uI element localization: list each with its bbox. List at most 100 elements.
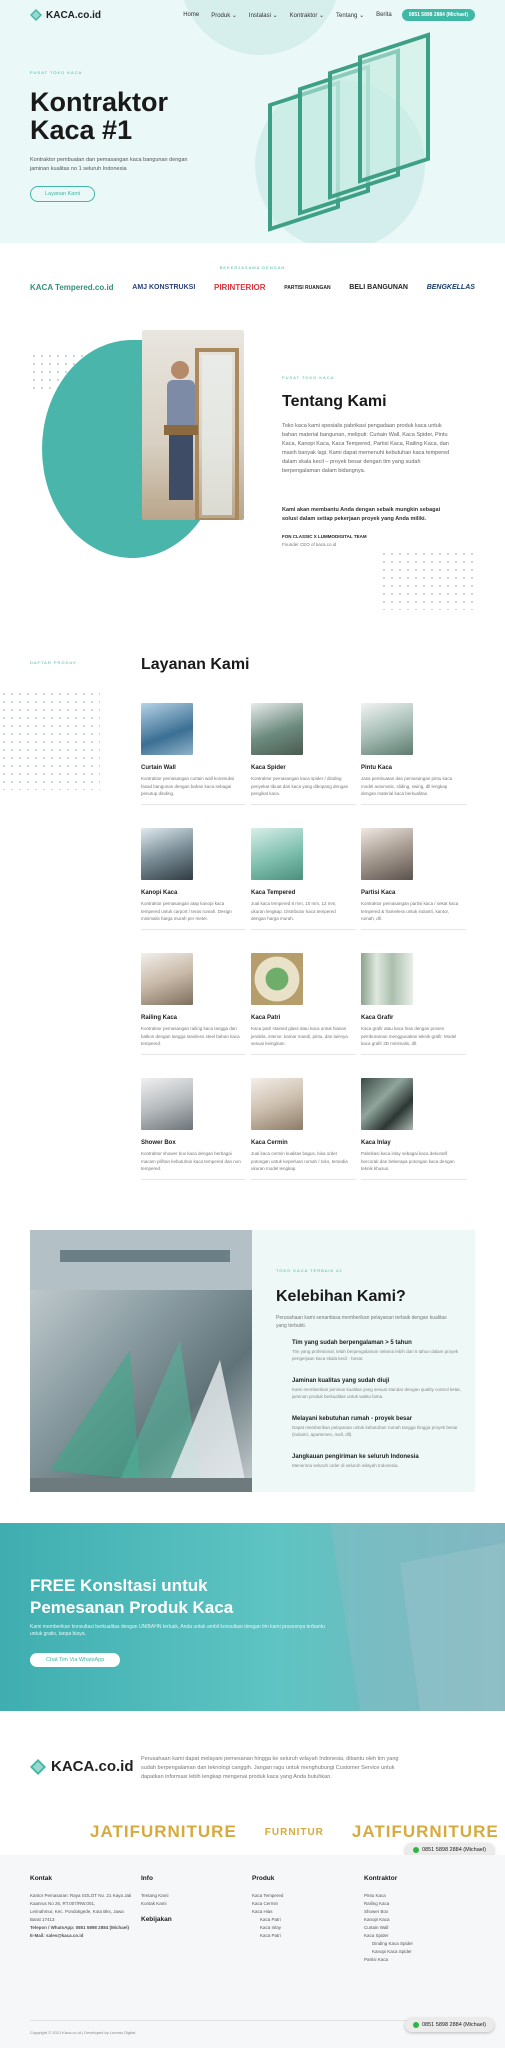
service-card-kaca-grafir[interactable]: Kaca Grafir Kaca grafir atau kaca hias d… <box>361 953 471 1055</box>
footer-logo-text: KACA.co.id <box>51 1758 134 1775</box>
service-title[interactable]: Curtain Wall <box>141 765 251 771</box>
divider <box>361 1178 466 1180</box>
service-card-kaca-cermin[interactable]: Kaca Cermin Jual kaca cermin kualitas ba… <box>251 1078 361 1180</box>
about-title: Tentang Kami <box>282 393 387 410</box>
cta-subtitle: Kami memberikan konsultasi berkualitas d… <box>30 1624 325 1637</box>
advantage-item: Melayani kebutuhan rumah - proyek besar … <box>292 1416 458 1437</box>
diamond-logo-icon <box>30 1758 46 1775</box>
footer-col-info: Info Tentang Kami Kontak Kami Kebijakan <box>141 1875 241 1933</box>
service-card-kaca-inlay[interactable]: Kaca Inlay Pabrikasi kaca inlay sebagai … <box>361 1078 471 1180</box>
footer-link[interactable]: Kaca Hias <box>252 1908 352 1916</box>
service-title[interactable]: Kaca Tempered <box>251 890 361 896</box>
curtain-wall-image <box>141 703 193 755</box>
brand-logo: JATIFURNITURE <box>90 1822 237 1841</box>
services-tag: DAFTAR PRODUK <box>30 660 77 665</box>
nav-berita[interactable]: Berita <box>376 12 392 18</box>
services-title: Layanan Kami <box>141 656 250 673</box>
footer-link[interactable]: Pintu Kaca <box>364 1892 464 1900</box>
service-title[interactable]: Kaca Grafir <box>361 1015 471 1021</box>
nav-produk[interactable]: Produk ⌄ <box>211 12 237 19</box>
about-signature-role: Founder CEO of kaca.co.id <box>282 542 337 547</box>
footer-link[interactable]: Kaca Patri <box>252 1916 352 1924</box>
brand-logo: JATIFURNITURE <box>351 1822 499 1841</box>
advantages-subtitle: Perusahaan kami senantiasa memberikan pe… <box>276 1315 447 1329</box>
service-desc: Kontraktor pemasangan kaca spider / dind… <box>251 776 349 796</box>
footer-link[interactable]: Kaca Spider <box>364 1932 464 1940</box>
service-title[interactable]: Kaca Spider <box>251 765 361 771</box>
footer-link[interactable]: Railing Kaca <box>364 1900 464 1908</box>
floating-whatsapp-button[interactable]: 0851 5898 2884 (Michael) <box>405 2018 494 2032</box>
diamond-logo-icon <box>30 9 42 21</box>
whatsapp-chat-button[interactable]: Chat Tim Via WhatsApp <box>30 1653 121 1667</box>
footer-link[interactable]: Curtain Wall <box>364 1924 464 1932</box>
advantages-tag: TOKO KACA TERBAIK #1 <box>276 1268 343 1273</box>
partner-logo: PARTISI RUANGAN <box>284 284 331 291</box>
kaca-patri-image <box>251 953 303 1005</box>
service-card-shower-box[interactable]: Shower Box Kontraktor shower box kaca de… <box>141 1078 251 1180</box>
service-card-kaca-tempered[interactable]: Kaca Tempered Jual kaca tempered 8 mm, 1… <box>251 828 361 930</box>
site-header: KACA.co.id Home Produk ⌄ Instalasi ⌄ Kon… <box>0 0 505 30</box>
service-card-railing-kaca[interactable]: Railing Kaca Kontraktor pemasangan raili… <box>141 953 251 1055</box>
hero-tag: PUSAT TOKO KACA <box>30 70 83 75</box>
site-logo[interactable]: KACA.co.id <box>30 9 101 21</box>
service-title[interactable]: Kaca Cermin <box>251 1140 361 1146</box>
partners-tag: BEKERJASAMA DENGAN <box>219 265 286 270</box>
copyright: Copyright © 2021 Kaca.co.id | Developed … <box>30 2030 136 2035</box>
decor-dots <box>0 690 100 790</box>
footer-link[interactable]: Kanopi Kaca <box>364 1916 464 1924</box>
footer-link[interactable]: Kaca Patri <box>252 1932 352 1940</box>
service-title[interactable]: Partisi Kaca <box>361 890 471 896</box>
divider <box>361 803 466 805</box>
service-card-curtain-wall[interactable]: Curtain Wall Kontraktor pemasangan curta… <box>141 703 251 805</box>
about-paragraph: Toko kaca kami spesialis pabrikasi penga… <box>282 423 450 474</box>
railing-kaca-image <box>141 953 193 1005</box>
footer-logo[interactable]: KACA.co.id <box>30 1758 134 1775</box>
service-card-partisi-kaca[interactable]: Partisi Kaca Kontraktor pemasangan parti… <box>361 828 471 930</box>
kaca-cermin-image <box>251 1078 303 1130</box>
service-title[interactable]: Kanopi Kaca <box>141 890 251 896</box>
service-title[interactable]: Railing Kaca <box>141 1015 251 1021</box>
service-desc: Kontraktor pemasangan partisi kaca / sek… <box>361 901 459 921</box>
pintu-kaca-image <box>361 703 413 755</box>
service-desc: Jasa pembuatan dan pemasangan pintu kaca… <box>361 776 453 796</box>
services-button[interactable]: Layanan Kami <box>30 186 96 202</box>
whatsapp-cta-button[interactable]: 0851 5898 2884 (Michael) <box>401 9 475 21</box>
divider <box>141 803 246 805</box>
footer-link[interactable]: Kaca Tempered <box>252 1892 352 1900</box>
nav-instalasi[interactable]: Instalasi ⌄ <box>249 12 278 19</box>
worker-installing-window-image <box>142 330 244 522</box>
kaca-spider-image <box>251 703 303 755</box>
service-desc: Jual kaca cermin kualitas bagus, bisa or… <box>251 1151 348 1171</box>
advantages-title: Kelebihan Kami? <box>276 1288 406 1305</box>
divider <box>251 1053 356 1055</box>
service-title[interactable]: Kaca Patri <box>251 1015 361 1021</box>
divider <box>141 1053 246 1055</box>
footer-link[interactable]: Kaca Inlay <box>252 1924 352 1932</box>
footer-link[interactable]: Shower Box <box>364 1908 464 1916</box>
service-card-kaca-spider[interactable]: Kaca Spider Kontraktor pemasangan kaca s… <box>251 703 361 805</box>
service-title[interactable]: Pintu Kaca <box>361 765 471 771</box>
partner-logo: AMJ KONSTRUKSI <box>132 284 196 291</box>
service-title[interactable]: Kaca Inlay <box>361 1140 471 1146</box>
footer-link[interactable]: Tentang Kami <box>141 1892 241 1900</box>
chevron-down-icon: ⌄ <box>231 12 237 19</box>
footer-link[interactable]: Partisi Kaca <box>364 1956 464 1964</box>
service-card-kanopi-kaca[interactable]: Kanopi Kaca Kontraktor pemasangan atap k… <box>141 828 251 930</box>
nav-tentang[interactable]: Tentang ⌄ <box>336 12 364 19</box>
chevron-down-icon: ⌄ <box>272 12 278 19</box>
footer-link[interactable]: Kanopi Kaca Spider <box>364 1948 464 1956</box>
nav-kontraktor[interactable]: Kontraktor ⌄ <box>290 12 324 19</box>
footer-link[interactable]: Kebijakan <box>141 1916 241 1923</box>
advantage-item: Tim yang sudah berpengalaman > 5 tahun T… <box>292 1340 459 1361</box>
service-title[interactable]: Shower Box <box>141 1140 251 1146</box>
service-card-kaca-patri[interactable]: Kaca Patri Kaca patri stained glass atau… <box>251 953 361 1055</box>
about-signature: FON CLASSIC X LUMMODIGITAL TEAM <box>282 534 367 539</box>
footer-link[interactable]: Dinding Kaca Spider <box>364 1940 464 1948</box>
nav-home[interactable]: Home <box>183 12 199 18</box>
service-card-pintu-kaca[interactable]: Pintu Kaca Jasa pembuatan dan pemasangan… <box>361 703 471 805</box>
footer-link[interactable]: Kaca Cermin <box>252 1900 352 1908</box>
divider <box>361 1053 466 1055</box>
brand-logo: FURNITUR <box>264 1826 324 1838</box>
footer-link[interactable]: Kontak Kami <box>141 1900 241 1908</box>
about-tag: PUSAT TOKO KACA <box>282 375 335 380</box>
